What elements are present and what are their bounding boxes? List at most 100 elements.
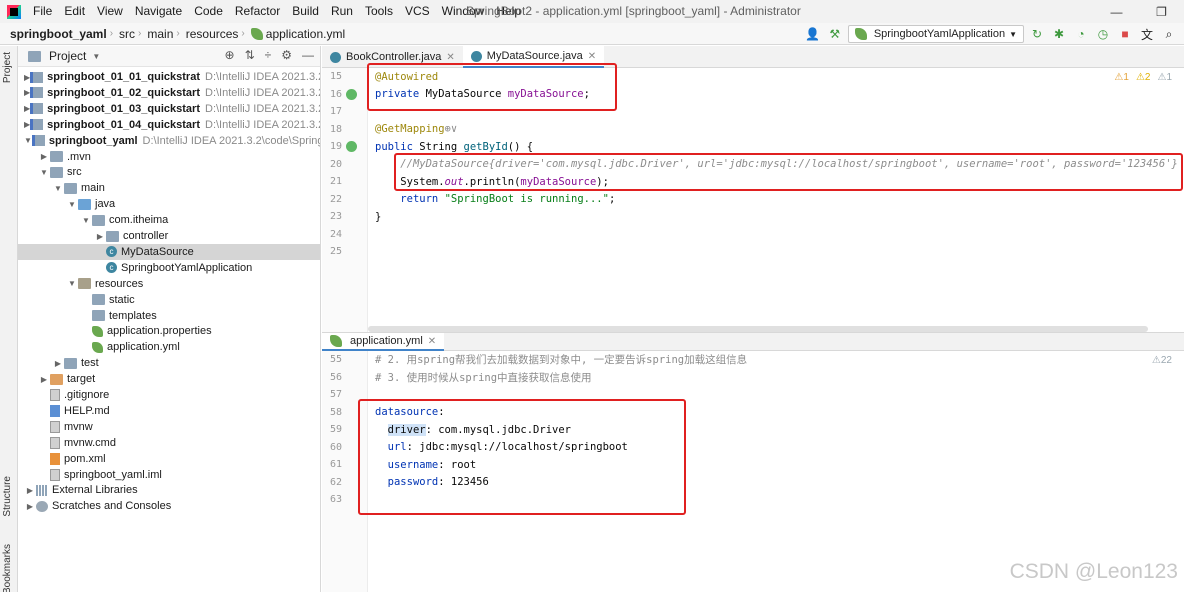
tree-item[interactable]: application.properties bbox=[18, 323, 320, 339]
tree-item[interactable]: application.yml bbox=[18, 339, 320, 355]
java-code-editor[interactable]: ⚠1 ⚠2 ⚠1 15 @Autowired 16 private MyDataSou… bbox=[322, 68, 1184, 332]
tree-item[interactable]: mvnw.cmd bbox=[18, 435, 320, 451]
tree-item-label: SpringbootYamlApplication bbox=[121, 261, 253, 274]
code-token: ); bbox=[596, 175, 609, 188]
chevron-down-icon[interactable]: ▼ bbox=[66, 279, 78, 288]
minimize-button[interactable]: — bbox=[1094, 0, 1139, 23]
close-icon[interactable]: ✕ bbox=[446, 52, 454, 63]
user-icon[interactable]: 👤 bbox=[804, 25, 822, 43]
chevron-down-icon[interactable]: ▼ bbox=[38, 168, 50, 177]
tree-item[interactable]: ▶ controller bbox=[18, 228, 320, 244]
tree-item[interactable]: static bbox=[18, 292, 320, 308]
menu-tools[interactable]: Tools bbox=[359, 0, 399, 23]
chevron-down-icon[interactable]: ▼ bbox=[66, 200, 78, 209]
tab-label: MyDataSource.java bbox=[486, 50, 583, 62]
collapse-all-icon[interactable]: ÷ bbox=[265, 48, 272, 62]
tree-item[interactable]: ▼ java bbox=[18, 196, 320, 212]
line-number: 17 bbox=[329, 106, 342, 118]
chevron-down-icon[interactable]: ▼ bbox=[52, 184, 64, 193]
tree-item[interactable]: ▼ com.itheima bbox=[18, 212, 320, 228]
tree-item[interactable]: templates bbox=[18, 308, 320, 324]
menu-run[interactable]: Run bbox=[325, 0, 359, 23]
menu-edit[interactable]: Edit bbox=[58, 0, 91, 23]
tree-item[interactable]: ▶ springboot_01_01_quickstrat D:\IntelliJ … bbox=[18, 69, 320, 85]
tree-item[interactable]: springboot_yaml.iml bbox=[18, 467, 320, 483]
chevron-right-icon[interactable]: ▶ bbox=[38, 152, 50, 161]
code-token: : root bbox=[438, 458, 477, 471]
tree-item[interactable]: mvnw bbox=[18, 419, 320, 435]
tab-bookcontroller[interactable]: BookController.java ✕ bbox=[322, 46, 463, 68]
tab-application-yml[interactable]: application.yml ✕ bbox=[322, 333, 445, 351]
build-hammer-icon[interactable]: ⚒ bbox=[826, 25, 844, 43]
rerun-icon[interactable]: ↻ bbox=[1028, 25, 1046, 43]
chevron-down-icon[interactable]: ▼ bbox=[80, 216, 92, 225]
tree-item[interactable]: HELP.md bbox=[18, 403, 320, 419]
tree-item[interactable]: ▶ springboot_01_02_quickstart D:\IntelliJ … bbox=[18, 85, 320, 101]
tree-item[interactable]: ▼ src bbox=[18, 164, 320, 180]
tree-item[interactable]: c SpringbootYamlApplication bbox=[18, 260, 320, 276]
tree-item[interactable]: ▶ springboot_01_04_quickstart D:\IntelliJ … bbox=[18, 117, 320, 133]
chevron-down-icon[interactable]: ▼ bbox=[92, 52, 100, 61]
tree-item[interactable]: ▶ test bbox=[18, 355, 320, 371]
coverage-icon[interactable]: ◔ bbox=[1072, 25, 1090, 43]
tree-item[interactable]: ▶ Scratches and Consoles bbox=[18, 498, 320, 514]
tree-item[interactable]: ▶ .mvn bbox=[18, 149, 320, 165]
breadcrumb-resources[interactable]: resources bbox=[180, 27, 242, 41]
restore-button[interactable]: ❐ bbox=[1139, 0, 1184, 23]
tab-label: BookController.java bbox=[346, 51, 442, 63]
tree-item[interactable]: ▶ springboot_01_03_quickstart D:\IntelliJ … bbox=[18, 101, 320, 117]
close-icon[interactable]: ✕ bbox=[588, 51, 596, 62]
gear-icon[interactable]: ⚙ bbox=[281, 48, 292, 62]
menu-build[interactable]: Build bbox=[286, 0, 325, 23]
debug-icon[interactable]: ✱ bbox=[1050, 25, 1068, 43]
expand-collapse-icon[interactable]: ⇅ bbox=[245, 48, 255, 62]
yaml-code-editor[interactable]: ⚠22 55 # 2. 用spring帮我们去加载数据到对象中, 一定要告诉spr… bbox=[322, 351, 1184, 592]
spring-bean-gutter-icon[interactable] bbox=[346, 88, 357, 100]
menu-refactor[interactable]: Refactor bbox=[229, 0, 286, 23]
menu-view[interactable]: View bbox=[91, 0, 129, 23]
code-token: out bbox=[444, 175, 464, 188]
translate-icon[interactable]: 文 bbox=[1138, 25, 1156, 43]
tree-item[interactable]: c MyDataSource bbox=[18, 243, 320, 260]
tree-item[interactable]: ▶ External Libraries bbox=[18, 482, 320, 498]
search-icon[interactable]: ⌕ bbox=[1160, 25, 1178, 43]
tree-item-label: springboot_01_04_quickstart bbox=[47, 118, 200, 131]
profile-icon[interactable]: ◷ bbox=[1094, 25, 1112, 43]
run-configuration-select[interactable]: SpringbootYamlApplication ▼ bbox=[847, 25, 1024, 43]
menu-code[interactable]: Code bbox=[188, 0, 229, 23]
tree-item[interactable]: .gitignore bbox=[18, 387, 320, 403]
stop-icon[interactable]: ■ bbox=[1116, 25, 1134, 43]
chevron-right-icon[interactable]: ▶ bbox=[24, 502, 36, 511]
menu-vcs[interactable]: VCS bbox=[399, 0, 436, 23]
chevron-right-icon[interactable]: ▶ bbox=[24, 486, 36, 495]
breadcrumb-main[interactable]: main bbox=[141, 27, 176, 41]
file-icon bbox=[50, 420, 60, 433]
chevron-right-icon[interactable]: ▶ bbox=[38, 375, 50, 384]
tool-tab-structure[interactable]: Structure bbox=[2, 476, 13, 517]
chevron-down-icon[interactable]: ▼ bbox=[24, 136, 32, 145]
hide-panel-icon[interactable]: — bbox=[302, 48, 314, 62]
menu-file[interactable]: File bbox=[27, 0, 58, 23]
breadcrumb-file[interactable]: application.yml bbox=[245, 27, 348, 41]
xml-icon bbox=[50, 452, 60, 465]
tool-tab-project[interactable]: Project bbox=[2, 52, 13, 83]
breadcrumb-project[interactable]: springboot_yaml bbox=[0, 27, 110, 41]
code-line: 18 @GetMapping⊕∨ bbox=[322, 121, 1184, 139]
menu-bar: File Edit View Navigate Code Refactor Build Run… bbox=[0, 0, 1184, 23]
tree-item[interactable]: ▼ resources bbox=[18, 276, 320, 292]
chevron-right-icon[interactable]: ▶ bbox=[94, 232, 106, 241]
menu-navigate[interactable]: Navigate bbox=[129, 0, 188, 23]
spring-bean-gutter-icon[interactable] bbox=[346, 141, 357, 153]
tree-item[interactable]: ▼ springboot_yaml D:\IntelliJ IDEA 2021.3.… bbox=[18, 133, 320, 149]
code-line: 58 datasource: bbox=[322, 404, 1184, 422]
chevron-right-icon[interactable]: ▶ bbox=[52, 359, 64, 368]
project-panel-title[interactable]: Project bbox=[49, 49, 86, 63]
tool-tab-bookmarks[interactable]: Bookmarks bbox=[2, 544, 13, 592]
breadcrumb-src[interactable]: src bbox=[113, 27, 138, 41]
tree-item[interactable]: ▶ target bbox=[18, 371, 320, 387]
tab-mydatasource[interactable]: MyDataSource.java ✕ bbox=[462, 46, 605, 68]
close-icon[interactable]: ✕ bbox=[428, 336, 436, 347]
tree-item[interactable]: pom.xml bbox=[18, 451, 320, 467]
locate-file-icon[interactable]: ⊕ bbox=[225, 48, 235, 62]
tree-item[interactable]: ▼ main bbox=[18, 180, 320, 196]
